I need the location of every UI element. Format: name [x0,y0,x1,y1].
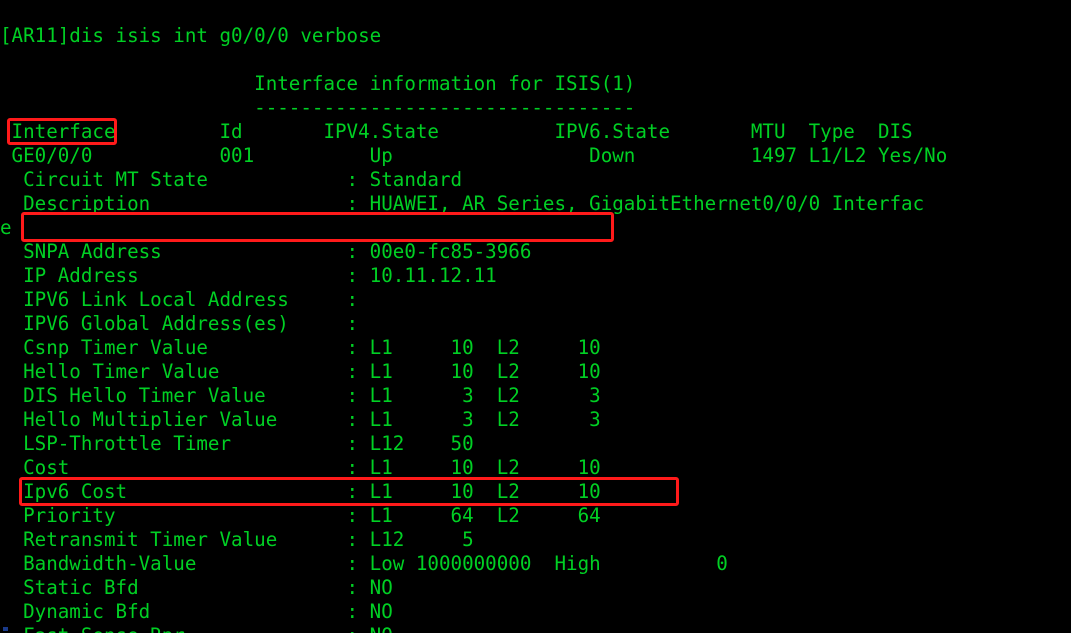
detail-hello-multiplier-value: Hello Multiplier Value : L1 3 L2 3 [0,408,601,431]
table-data-row: GE0/0/0 001 Up Down 1497 L1/L2 Yes/No [0,144,948,167]
detail-fast-sense-rpr: Fast-Sense Rpr : NO [0,624,1071,633]
detail-dis-hello-timer-value: DIS Hello Timer Value : L1 3 L2 3 [0,384,601,407]
detail-lsp-throttle-timer: LSP-Throttle Timer : L12 50 [0,432,474,455]
detail-description: Description : HUAWEI, AR Series, Gigabit… [0,192,925,215]
detail-dynamic-bfd: Dynamic Bfd : NO [0,600,393,623]
detail-hello-timer-value: Hello Timer Value : L1 10 L2 10 [0,360,601,383]
detail-ip-address: IP Address : 10.11.12.11 [0,264,497,287]
blank-line-1 [0,48,1071,72]
detail-ipv6-global-address: IPV6 Global Address(es) : [0,312,359,335]
report-rule: --------------------------------- [0,96,636,119]
detail-csnp-timer-value: Csnp Timer Value : L1 10 L2 10 [0,336,601,359]
detail-static-bfd: Static Bfd : NO [0,576,393,599]
terminal-cursor [3,627,8,631]
detail-circuit-mt-state: Circuit MT State : Standard [0,168,463,191]
terminal-output: [AR11]dis isis int g0/0/0 verbose Interf… [0,0,1071,633]
detail-snpa-address: SNPA Address : 00e0-fc85-3966 [0,240,532,263]
table-header-row: Interface Id IPV4.State IPV6.State MTU T… [0,120,913,143]
detail-ipv6-link-local-address: IPV6 Link Local Address : [0,288,359,311]
command-line: [AR11]dis isis int g0/0/0 verbose [0,24,382,47]
detail-ipv6-cost: Ipv6 Cost : L1 10 L2 10 [0,480,601,503]
report-title: Interface information for ISIS(1) [0,72,636,95]
detail-cost: Cost : L1 10 L2 10 [0,456,601,479]
detail-retransmit-timer-value: Retransmit Timer Value : L12 5 [0,528,474,551]
detail-description-wrap: e [0,216,12,239]
terminal-window[interactable]: [AR11]dis isis int g0/0/0 verbose Interf… [0,0,1071,633]
detail-bandwidth-value: Bandwidth-Value : Low 1000000000 High 0 [0,552,728,575]
detail-priority: Priority : L1 64 L2 64 [0,504,601,527]
